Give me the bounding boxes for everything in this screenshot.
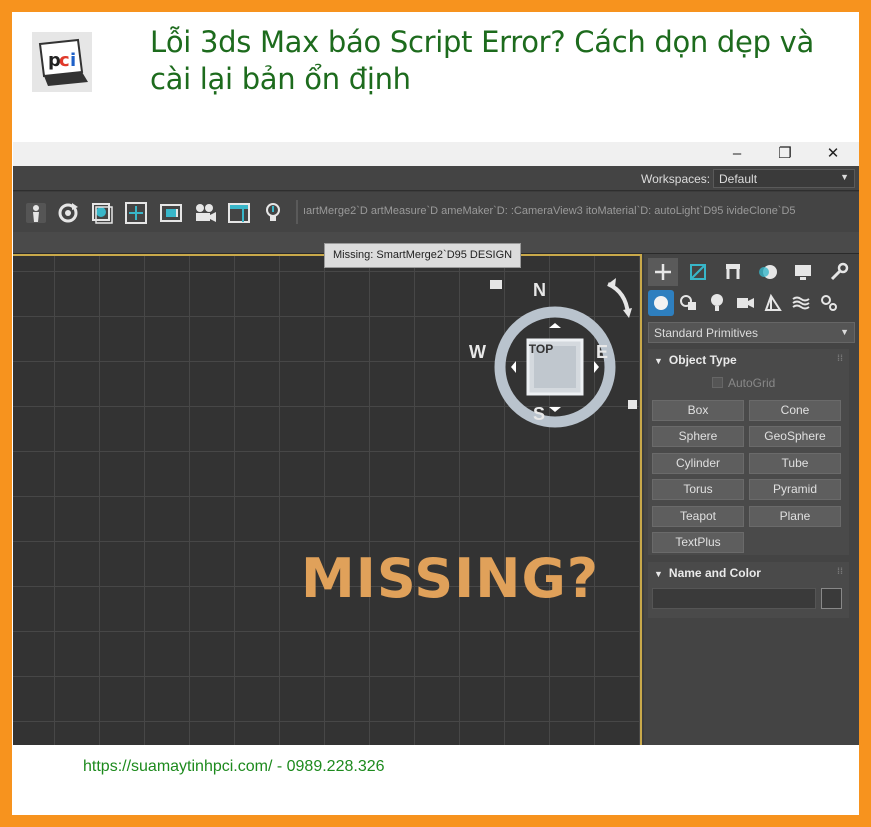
viewcube-top-label: TOP: [528, 342, 554, 356]
frame-icon[interactable]: [124, 201, 148, 225]
arrow-up-icon[interactable]: [549, 323, 561, 328]
refresh-icon[interactable]: [56, 201, 80, 225]
object-type-header[interactable]: ▼ Object Type ⁞⁞: [648, 349, 849, 371]
script-buttons-strip[interactable]: ıartMerge2`D artMeasure`D ameMaker`D: :C…: [303, 205, 859, 217]
create-category-tabs: [648, 290, 855, 318]
object-name-field[interactable]: [652, 588, 816, 609]
object-type-title: Object Type: [668, 353, 737, 367]
camera-icon[interactable]: [193, 201, 217, 225]
collapse-triangle-icon: ▼: [654, 569, 663, 579]
geosphere-button[interactable]: GeoSphere: [749, 426, 841, 447]
svg-text:i: i: [70, 50, 76, 71]
window-titlebar: – ❐ ✕: [13, 142, 859, 166]
box-button[interactable]: Box: [652, 400, 744, 421]
geometry-icon[interactable]: [648, 290, 674, 316]
autogrid-checkbox[interactable]: AutoGrid: [712, 376, 775, 390]
workspace-value: Default: [719, 172, 758, 186]
textplus-button[interactable]: TextPlus: [652, 532, 744, 553]
footer-contact-link[interactable]: https://suamaytinhpci.com/ - 0989.228.32…: [83, 758, 385, 776]
chevron-down-icon: ▼: [840, 172, 849, 182]
app-screenshot: – ❐ ✕ Workspaces: Default ▼ ıartMerge2`D…: [13, 142, 859, 745]
checkbox-box: [712, 377, 723, 388]
home-icon[interactable]: [490, 280, 502, 289]
workspace-bar: Workspaces: Default ▼: [13, 166, 859, 191]
display-icon[interactable]: [788, 258, 818, 286]
cameras-icon[interactable]: [732, 290, 758, 316]
light-icon[interactable]: [261, 201, 285, 225]
systems-icon[interactable]: [816, 290, 842, 316]
object-type-rollout: ▼ Object Type ⁞⁞ AutoGrid Box Cone Sphere…: [648, 349, 849, 555]
tube-button[interactable]: Tube: [749, 453, 841, 474]
drag-handle-icon[interactable]: ⁞⁞: [837, 353, 843, 363]
film-icon[interactable]: [159, 201, 183, 225]
figure-icon[interactable]: [24, 201, 48, 225]
name-color-title: Name and Color: [668, 566, 761, 580]
helpers-icon[interactable]: [760, 290, 786, 316]
sphere-button[interactable]: Sphere: [652, 426, 744, 447]
restore-icon[interactable]: ❐: [762, 144, 808, 164]
lights-icon[interactable]: [704, 290, 730, 316]
workspace-dropdown[interactable]: Default ▼: [713, 169, 855, 188]
toolbar-separator: [296, 200, 298, 224]
compass-east-label: E: [596, 342, 609, 362]
material-icon[interactable]: [90, 201, 114, 225]
collapse-triangle-icon: ▼: [654, 356, 663, 366]
main-toolbar: ıartMerge2`D artMeasure`D ameMaker`D: :C…: [13, 192, 859, 232]
close-icon[interactable]: ✕: [810, 144, 856, 164]
pyramid-button[interactable]: Pyramid: [749, 479, 841, 500]
cone-button[interactable]: Cone: [749, 400, 841, 421]
chevron-down-icon: ▼: [840, 327, 849, 337]
arrow-left-icon[interactable]: [511, 361, 516, 373]
article-headline: Lỗi 3ds Max báo Script Error? Cách dọn d…: [150, 25, 814, 96]
arrow-down-icon[interactable]: [549, 407, 561, 412]
spacewarps-icon[interactable]: [788, 290, 814, 316]
laptop-logo-icon: p c i: [32, 32, 92, 92]
viewcube-menu-icon[interactable]: [628, 400, 637, 409]
command-panel-tabs: [648, 258, 855, 286]
compass-south-label: S: [533, 404, 546, 424]
object-color-swatch[interactable]: [821, 588, 842, 609]
missing-overlay-text: MISSING?: [301, 547, 600, 610]
dropdown-value: Standard Primitives: [654, 326, 759, 340]
motion-icon[interactable]: [753, 258, 783, 286]
modify-icon[interactable]: [683, 258, 713, 286]
create-icon[interactable]: [648, 258, 678, 286]
object-category-dropdown[interactable]: Standard Primitives ▼: [648, 322, 855, 343]
plane-button[interactable]: Plane: [749, 506, 841, 527]
torus-button[interactable]: Torus: [652, 479, 744, 500]
command-panel: Standard Primitives ▼ ▼ Object Type ⁞⁞ Au…: [644, 254, 859, 745]
teapot-button[interactable]: Teapot: [652, 506, 744, 527]
compass-north-label: N: [533, 280, 546, 300]
hierarchy-icon[interactable]: [718, 258, 748, 286]
window-icon[interactable]: [227, 201, 251, 225]
article-card: p c i Lỗi 3ds Max báo Script Error? Cách…: [12, 12, 859, 815]
cylinder-button[interactable]: Cylinder: [652, 453, 744, 474]
shapes-icon[interactable]: [676, 290, 702, 316]
missing-tooltip: Missing: SmartMerge2`D95 DESIGN: [324, 243, 522, 268]
minimize-icon[interactable]: –: [714, 144, 760, 164]
svg-text:c: c: [59, 50, 70, 71]
autogrid-label: AutoGrid: [728, 376, 776, 390]
drag-handle-icon[interactable]: ⁞⁞: [837, 566, 843, 576]
utilities-icon[interactable]: [823, 258, 853, 286]
compass-west-label: W: [469, 342, 486, 362]
pci-logo: p c i: [32, 32, 92, 92]
workspaces-label: Workspaces:: [641, 172, 711, 186]
name-color-header[interactable]: ▼ Name and Color ⁞⁞: [648, 562, 849, 584]
rotate-view-icon[interactable]: [607, 282, 630, 315]
name-color-rollout: ▼ Name and Color ⁞⁞: [648, 562, 849, 618]
